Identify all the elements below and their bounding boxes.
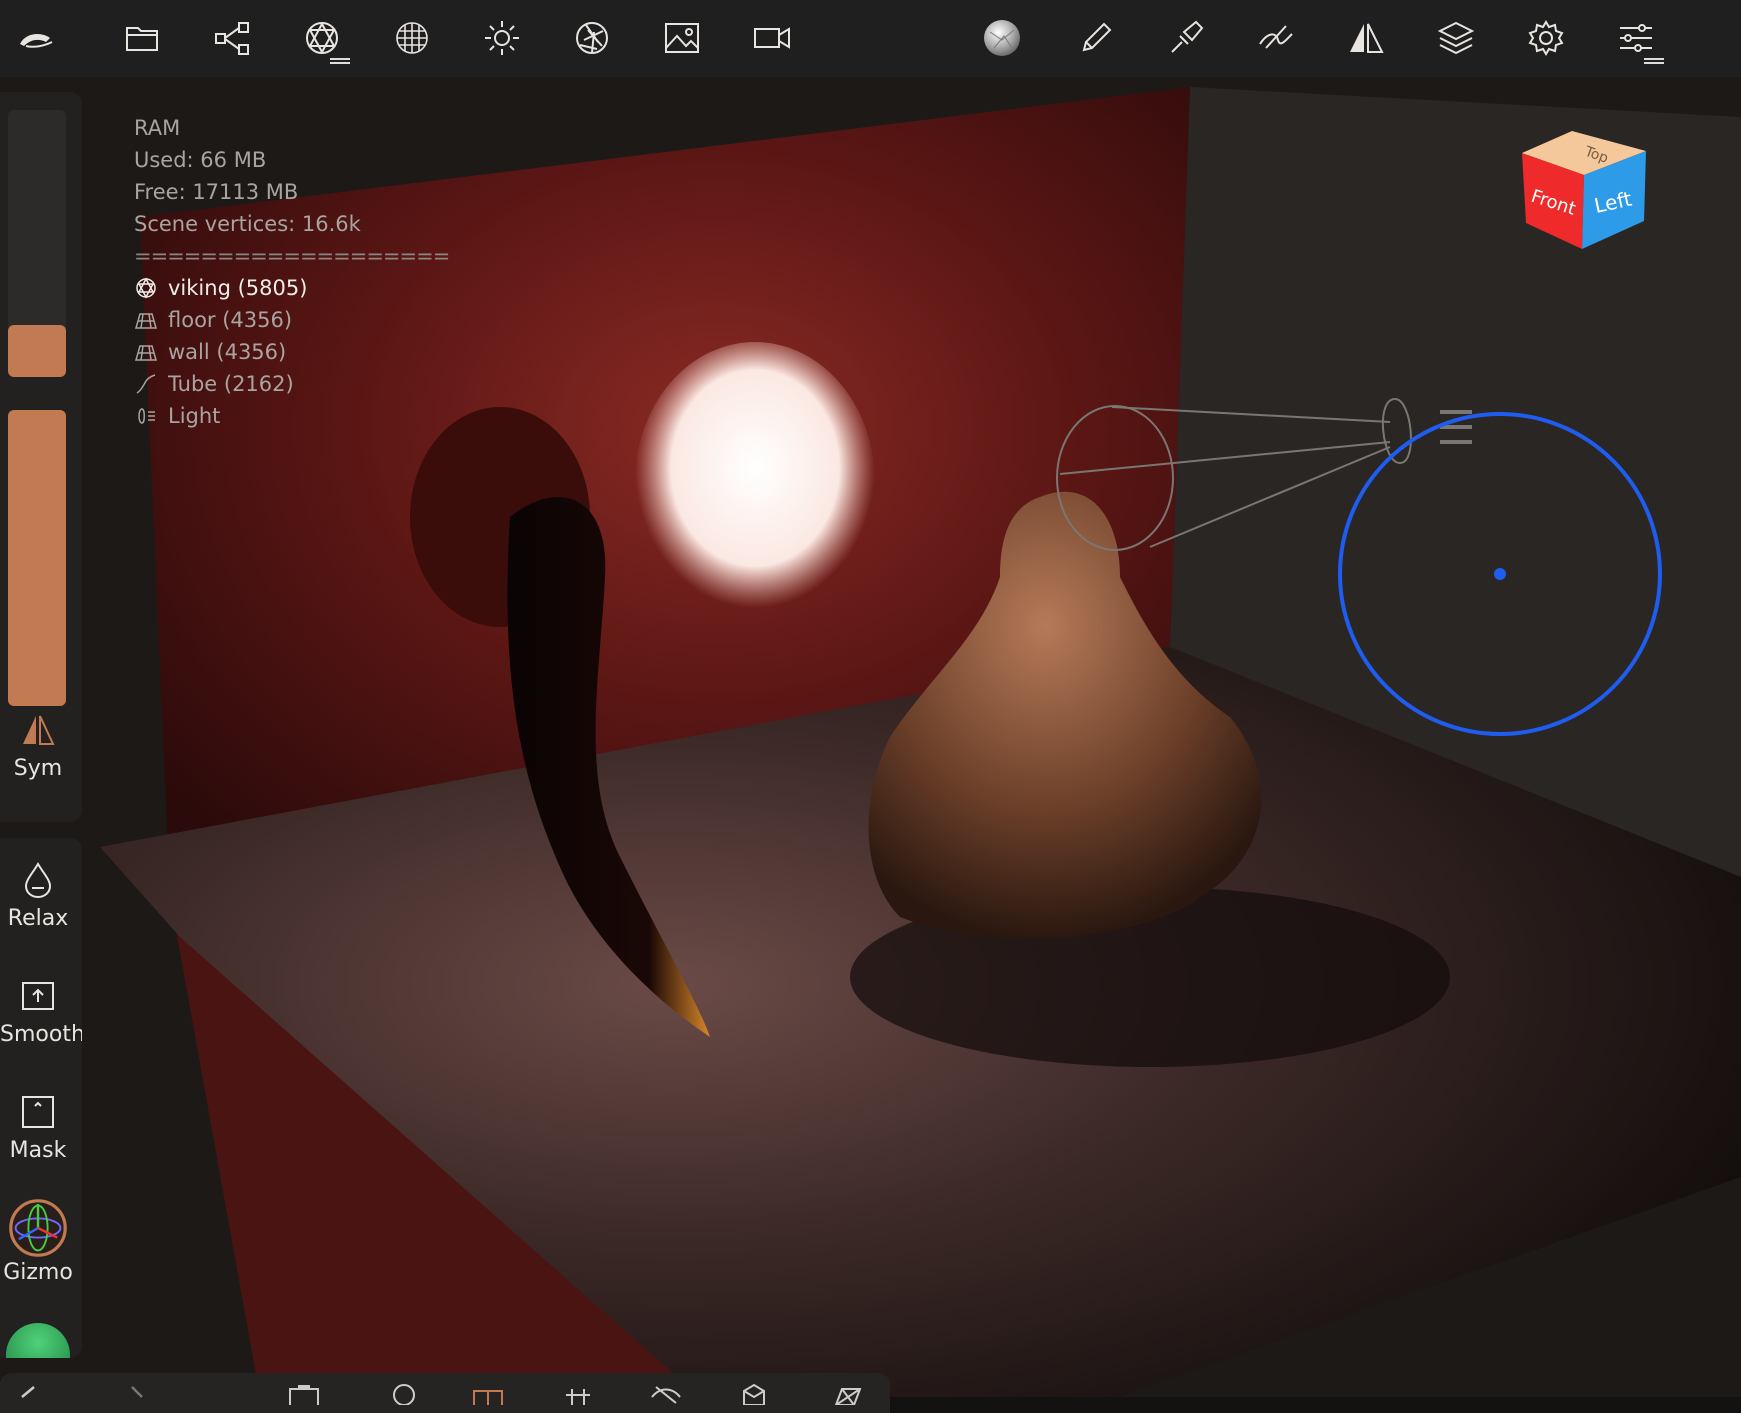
gizmo-tool[interactable]: Gizmo [0, 1196, 76, 1285]
radius-slider-fill[interactable] [8, 325, 66, 377]
zoom-icon[interactable] [386, 1381, 422, 1405]
mesh-icon[interactable] [294, 10, 350, 66]
left-tool-panel-2: Relax Smooth Mask Gizmo [0, 838, 82, 1358]
stats-used: Used: 66 MB [134, 148, 267, 172]
topology-icon[interactable] [384, 10, 440, 66]
stats-vertices: Scene vertices: 16.6k [134, 212, 361, 236]
screenshot-icon[interactable] [286, 1381, 322, 1405]
object-item[interactable]: Tube (2162) [134, 368, 449, 400]
camera-icon[interactable] [744, 10, 800, 66]
sun-icon[interactable] [474, 10, 530, 66]
grid-icon[interactable] [560, 1381, 596, 1405]
sym-label: Sym [13, 756, 63, 781]
symmetry-icon [23, 715, 55, 745]
image-icon[interactable] [654, 10, 710, 66]
symmetry-icon[interactable] [1338, 10, 1394, 66]
drop-icon [24, 862, 52, 899]
mask-tool[interactable]: Mask [0, 1092, 76, 1163]
plane-mesh-icon [135, 313, 157, 329]
intensity-slider[interactable] [8, 410, 66, 706]
mask-label: Mask [9, 1138, 67, 1163]
object-label: Tube (2162) [168, 372, 294, 396]
undo-icon[interactable] [10, 1381, 46, 1405]
smooth-label: Smooth [0, 1022, 82, 1047]
object-label: floor (4356) [168, 308, 293, 332]
smooth-tool[interactable]: Smooth [0, 976, 82, 1047]
layers-icon[interactable] [1428, 10, 1484, 66]
gizmo-label: Gizmo [3, 1260, 73, 1285]
object-label: wall (4356) [168, 340, 287, 364]
sliders-icon[interactable] [1608, 10, 1664, 66]
gear-icon[interactable] [1518, 10, 1574, 66]
mask-icon [22, 1096, 54, 1128]
hide-icon[interactable] [648, 1381, 684, 1405]
light-icon [138, 408, 155, 424]
object-item[interactable]: wall (4356) [134, 336, 449, 368]
object-label: Light [168, 404, 221, 428]
scene-stats: RAM Used: 66 MB Free: 17113 MB Scene ver… [134, 112, 450, 432]
stroke-icon[interactable] [1248, 10, 1304, 66]
sym-tool[interactable]: Sym [0, 710, 76, 781]
stats-free: Free: 17113 MB [134, 180, 299, 204]
relax-tool[interactable]: Relax [0, 860, 76, 931]
tube-icon [136, 374, 156, 394]
smooth-icon [22, 982, 54, 1010]
sphere-mesh-icon [136, 277, 156, 299]
stats-separator: =================== [134, 244, 450, 268]
folder-icon[interactable] [114, 10, 170, 66]
object-item[interactable]: floor (4356) [134, 304, 449, 336]
box-icon[interactable] [736, 1381, 772, 1405]
object-label: viking (5805) [168, 276, 308, 300]
selection-center [1494, 568, 1506, 580]
paint-icon[interactable] [1158, 10, 1214, 66]
color-swatch[interactable] [6, 1323, 70, 1358]
material-sphere-icon[interactable] [974, 10, 1030, 66]
redo-icon[interactable] [120, 1381, 156, 1405]
aperture-icon[interactable] [564, 10, 620, 66]
bottom-toolbar [0, 1373, 890, 1413]
relax-label: Relax [7, 906, 69, 931]
top-toolbar [0, 0, 1741, 77]
wireframe-toggle-icon[interactable] [470, 1381, 506, 1405]
plane-mesh-icon [135, 345, 157, 361]
cube-wire-icon[interactable] [830, 1381, 866, 1405]
scene-graph-icon[interactable] [204, 10, 260, 66]
stats-title: RAM [134, 116, 181, 140]
left-tool-panel: Sym [0, 92, 82, 822]
gizmo-icon [9, 1199, 67, 1257]
view-cube[interactable]: Top Front Left [1516, 125, 1652, 255]
brush-icon[interactable] [1068, 10, 1124, 66]
app-logo-icon[interactable] [8, 10, 64, 66]
object-item[interactable]: Light [134, 400, 449, 432]
object-item[interactable]: viking (5805) [134, 272, 449, 304]
